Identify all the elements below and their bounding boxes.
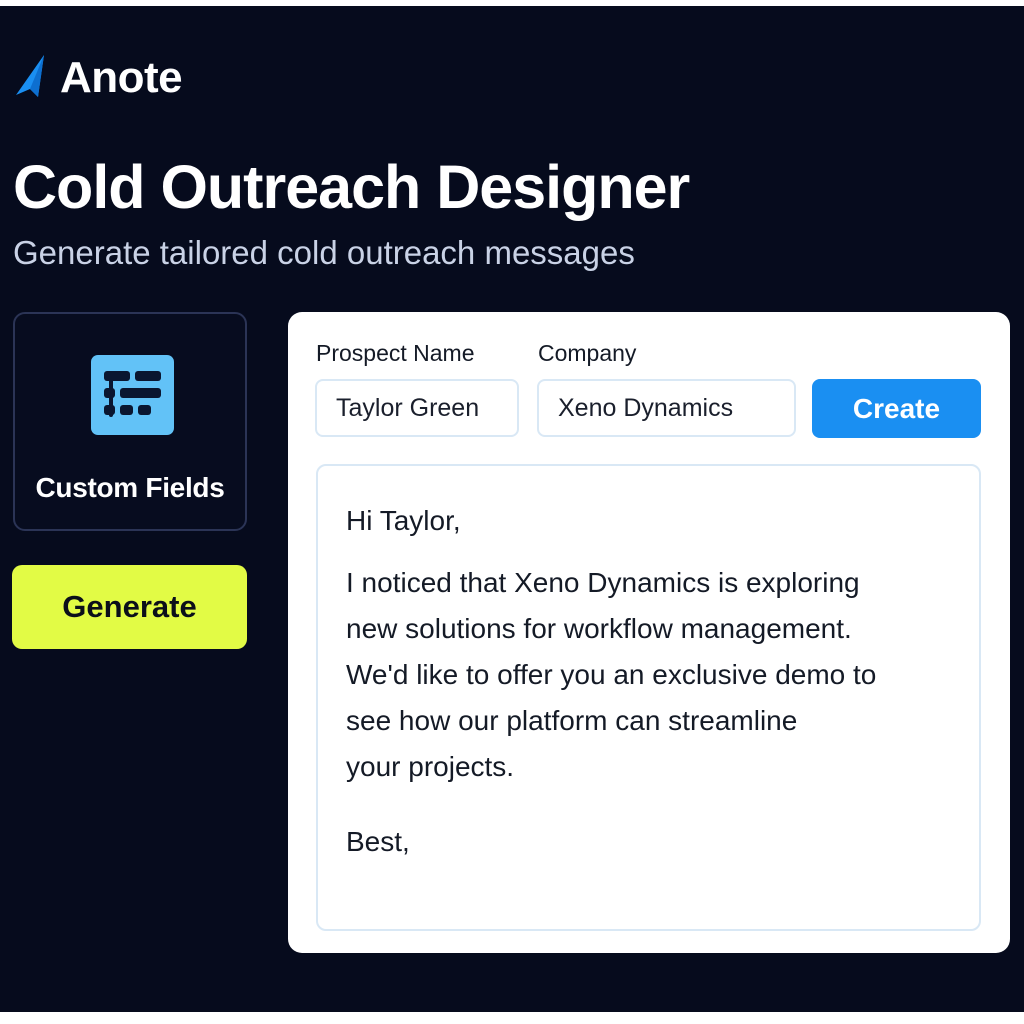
message-body: I noticed that Xeno Dynamics is explorin… (346, 560, 951, 790)
message-signoff: Best, (346, 826, 410, 857)
brand-name: Anote (60, 53, 183, 102)
create-button[interactable]: Create (812, 379, 981, 438)
message-line: new solutions for workflow management. (346, 613, 852, 644)
prospect-name-input[interactable] (315, 379, 519, 437)
message-output[interactable]: Hi Taylor, I noticed that Xeno Dynamics … (316, 464, 981, 931)
app-window: Anote Cold Outreach Designer Generate ta… (0, 6, 1024, 1012)
brand: Anote (14, 50, 183, 106)
page-subtitle: Generate tailored cold outreach messages (13, 234, 635, 271)
page-title: Cold Outreach Designer (13, 153, 690, 221)
anote-logo-icon (16, 55, 44, 97)
custom-fields-card[interactable]: Custom Fields (13, 312, 247, 531)
company-input[interactable] (537, 379, 796, 437)
form-fields-icon (91, 355, 174, 435)
message-line: see how our platform can streamline (346, 705, 798, 736)
message-line: We'd like to offer you an exclusive demo… (346, 659, 877, 690)
generate-button[interactable]: Generate (12, 565, 247, 649)
custom-fields-label: Custom Fields (35, 472, 225, 503)
prospect-name-label: Prospect Name (316, 340, 475, 366)
message-line: your projects. (346, 751, 515, 782)
message-line: I noticed that Xeno Dynamics is explorin… (346, 567, 860, 598)
outreach-panel: Prospect Name Company Create Hi Taylor, … (288, 312, 1010, 953)
message-greeting: Hi Taylor, (346, 505, 461, 536)
company-label: Company (538, 340, 637, 366)
